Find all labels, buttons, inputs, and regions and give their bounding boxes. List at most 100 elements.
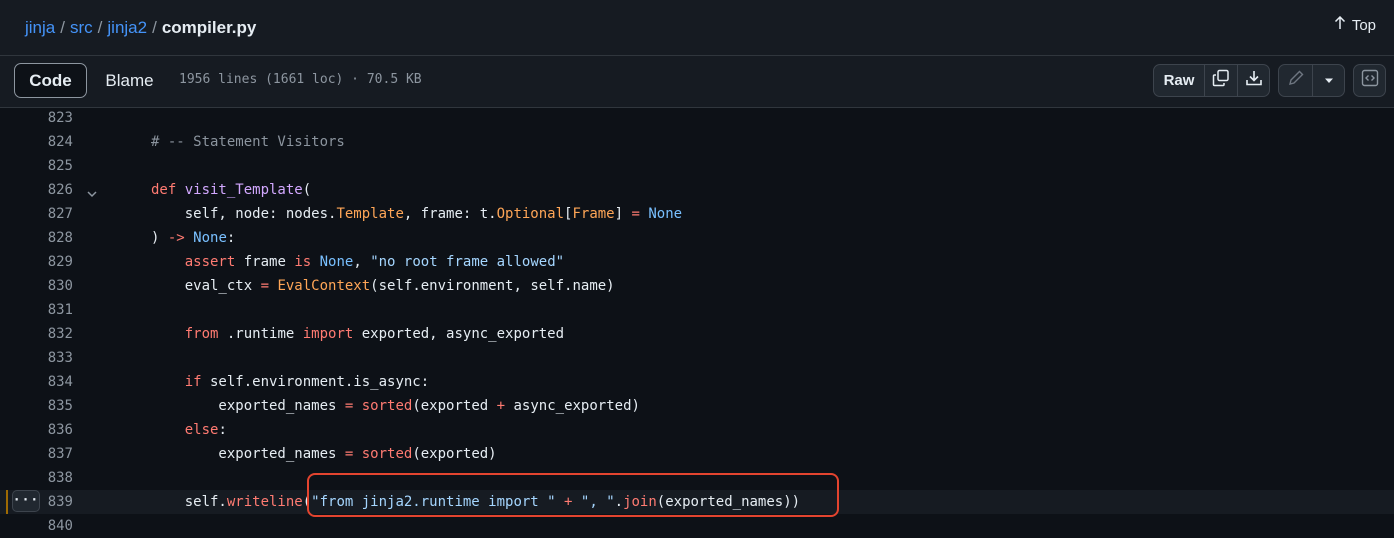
copy-icon — [1212, 69, 1230, 92]
code-line: 826 def visit_Template( — [0, 178, 1394, 202]
code-line: 825 — [0, 154, 1394, 178]
line-number[interactable]: 840 — [0, 514, 73, 538]
line-number[interactable]: 826 — [0, 178, 73, 202]
code-token: is — [294, 254, 312, 270]
code-view: 823 824 # -- Statement Visitors 825 826 def v… — [0, 106, 1394, 534]
code-square-icon — [1361, 69, 1379, 92]
fold-chevron-icon[interactable] — [86, 184, 98, 198]
breadcrumb-src[interactable]: src — [70, 18, 93, 38]
breadcrumb-jinja2[interactable]: jinja2 — [107, 18, 147, 38]
code-line: 823 — [0, 106, 1394, 130]
code-line: 840 — [0, 514, 1394, 538]
code-token: frame — [235, 254, 295, 270]
symbols-panel-button[interactable] — [1354, 65, 1385, 96]
edit-options-dropdown[interactable] — [1312, 65, 1344, 96]
code-token: if — [151, 374, 202, 390]
line-number[interactable]: 825 — [0, 154, 73, 178]
code-token: (exported) — [412, 446, 497, 462]
top-link-label: Top — [1351, 16, 1376, 34]
code-token: ] — [614, 206, 632, 222]
arrow-up-icon — [1334, 15, 1346, 34]
code-token: visit_Template — [184, 182, 303, 198]
code-token: # -- Statement Visitors — [151, 134, 345, 150]
line-number[interactable]: 838 — [0, 466, 73, 490]
line-number[interactable]: 828 — [0, 226, 73, 250]
code-token: , — [353, 254, 371, 270]
code-token: exported_names — [151, 398, 345, 414]
code-token: exported_names — [151, 446, 345, 462]
code-token: Frame — [572, 206, 615, 222]
code-token: Optional — [496, 206, 565, 222]
edit-file-button[interactable] — [1279, 65, 1312, 96]
file-info: 1956 lines (1661 loc) · 70.5 KB — [179, 72, 422, 87]
line-number[interactable]: 837 — [0, 442, 73, 466]
code-token: "no root frame allowed" — [370, 254, 565, 270]
copy-raw-button[interactable] — [1204, 65, 1237, 96]
code-token: import — [302, 326, 354, 342]
line-number[interactable]: 824 — [0, 130, 73, 154]
code-tab[interactable]: Code — [14, 63, 87, 98]
line-number[interactable]: 835 — [0, 394, 73, 418]
raw-button-label: Raw — [1163, 72, 1195, 89]
code-token: EvalContext — [277, 278, 371, 294]
code-token: None — [319, 254, 354, 270]
line-number[interactable]: 830 — [0, 274, 73, 298]
blame-tab[interactable]: Blame — [87, 63, 172, 98]
code-line: 835 exported_names = sorted(exported + a… — [0, 394, 1394, 418]
line-number[interactable]: 827 — [0, 202, 73, 226]
code-line: 828 ) -> None: — [0, 226, 1394, 250]
line-number[interactable]: 839 — [0, 490, 73, 514]
view-switcher: Code Blame — [14, 63, 172, 98]
line-number[interactable]: 834 — [0, 370, 73, 394]
code-text: if self.environment.is_async: — [151, 370, 429, 394]
code-text: else: — [151, 418, 227, 442]
download-raw-button[interactable] — [1237, 65, 1269, 96]
breadcrumb-repo[interactable]: jinja — [25, 18, 55, 38]
line-number[interactable]: 829 — [0, 250, 73, 274]
code-text: eval_ctx = EvalContext(self.environment,… — [151, 274, 615, 298]
back-to-top-link[interactable]: Top — [1334, 15, 1376, 34]
code-text: exported_names = sorted(exported) — [151, 442, 497, 466]
code-token: (self.environment, self.name) — [370, 278, 615, 294]
symbols-panel-group — [1353, 64, 1386, 97]
breadcrumb-separator: / — [60, 17, 65, 37]
code-token: self.environment.is_async: — [201, 374, 430, 390]
code-token: , frame: t. — [403, 206, 497, 222]
code-line: 831 — [0, 298, 1394, 322]
code-token: self, node: nodes. — [151, 206, 337, 222]
code-token: from — [151, 326, 219, 342]
code-text: self, node: nodes.Template, frame: t.Opt… — [151, 202, 682, 226]
code-text: ) -> None: — [151, 226, 235, 250]
raw-button[interactable]: Raw — [1154, 65, 1204, 96]
code-token: async_exported) — [505, 398, 640, 414]
line-number[interactable]: 831 — [0, 298, 73, 322]
raw-copy-download-group: Raw — [1153, 64, 1270, 97]
code-line: 827 self, node: nodes.Template, frame: t… — [0, 202, 1394, 226]
code-token: else — [151, 422, 219, 438]
highlight-annotation-box — [307, 473, 839, 517]
code-token: + — [496, 398, 506, 414]
breadcrumb-current-file: compiler.py — [161, 17, 257, 37]
breadcrumb-separator: / — [152, 17, 157, 37]
file-toolbar: Code Blame 1956 lines (1661 loc) · 70.5 … — [0, 56, 1394, 108]
code-token: (exported — [412, 398, 497, 414]
edit-group — [1278, 64, 1345, 97]
code-token: def — [151, 182, 185, 198]
code-line: 829 assert frame is None, "no root frame… — [0, 250, 1394, 274]
pencil-icon — [1287, 69, 1305, 92]
code-token: eval_ctx — [151, 278, 261, 294]
code-token: sorted — [361, 446, 413, 462]
code-token: = — [260, 278, 270, 294]
code-line: 833 — [0, 346, 1394, 370]
code-token: : — [226, 230, 236, 246]
line-number[interactable]: 832 — [0, 322, 73, 346]
line-number[interactable]: 833 — [0, 346, 73, 370]
line-number[interactable]: 823 — [0, 106, 73, 130]
line-number[interactable]: 836 — [0, 418, 73, 442]
code-token: writeline — [226, 494, 303, 510]
code-line: 824 # -- Statement Visitors — [0, 130, 1394, 154]
